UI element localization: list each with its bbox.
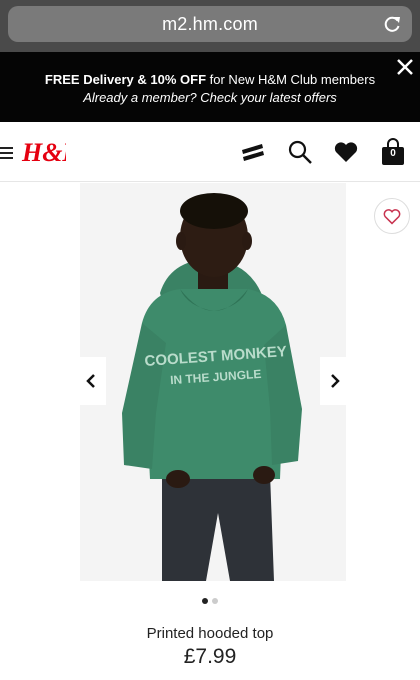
promo-detail: for New H&M Club members (206, 72, 376, 87)
menu-icon[interactable] (0, 146, 14, 160)
logo-text: H&M (21, 138, 66, 167)
product-image[interactable]: COOLEST MONKEY IN THE JUNGLE (80, 183, 346, 581)
promo-highlight: FREE Delivery & 10% OFF (44, 72, 207, 87)
carousel-prev-button[interactable] (76, 357, 106, 405)
hm-logo[interactable]: H&M (20, 134, 66, 170)
heart-icon[interactable] (333, 140, 359, 164)
store-locator-icon[interactable] (240, 140, 266, 166)
search-icon[interactable] (287, 139, 313, 165)
reload-icon[interactable] (382, 14, 402, 34)
product-photo: COOLEST MONKEY IN THE JUNGLE (122, 193, 302, 581)
promo-banner[interactable]: FREE Delivery & 10% OFF for New H&M Club… (0, 52, 420, 122)
promo-headline: FREE Delivery & 10% OFF for New H&M Club… (0, 72, 420, 87)
carousel-indicator (0, 591, 420, 609)
product-name: Printed hooded top (146, 625, 274, 642)
browser-bar: m2.hm.com (0, 0, 420, 52)
chevron-left-icon (86, 374, 95, 388)
carousel-next-button[interactable] (320, 357, 350, 405)
url-text: m2.hm.com (162, 14, 258, 34)
url-field[interactable]: m2.hm.com (8, 6, 412, 42)
add-to-favourites-button[interactable] (374, 198, 410, 234)
carousel-dot[interactable] (202, 598, 208, 604)
site-header: H&M 0 (0, 122, 420, 182)
promo-subline[interactable]: Already a member? Check your latest offe… (0, 90, 420, 105)
heart-outline-icon (383, 209, 401, 225)
chevron-right-icon (331, 374, 340, 388)
close-icon[interactable] (394, 56, 416, 78)
carousel-dot[interactable] (212, 598, 218, 604)
bag-count: 0 (390, 148, 396, 159)
product-price: £7.99 (183, 645, 237, 668)
